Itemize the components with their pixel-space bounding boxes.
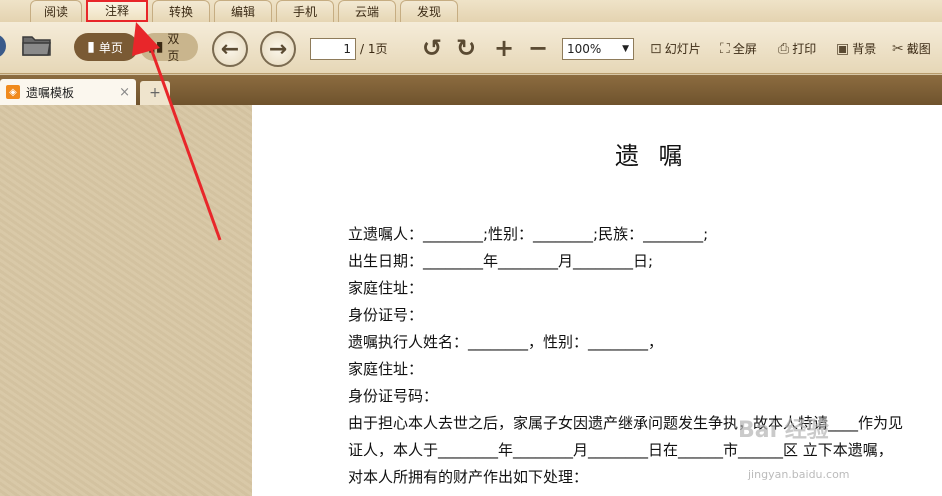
folder-icon	[22, 36, 51, 56]
menu-tab-read[interactable]: 阅读	[30, 0, 82, 22]
rotate-right-button[interactable]: ↻	[452, 34, 480, 62]
document-tab[interactable]: ◈ 遗嘱模板 ×	[0, 79, 136, 105]
fullscreen-button[interactable]: ⛶ 全屏	[720, 40, 757, 57]
document-icon: ◈	[6, 85, 20, 99]
document-line: 出生日期：________年________月________日;	[348, 252, 654, 270]
document-tab-title: 遗嘱模板	[26, 85, 75, 100]
double-page-label: 双页	[167, 32, 180, 63]
close-tab-icon[interactable]: ×	[119, 85, 130, 100]
single-page-icon: ▮	[87, 39, 95, 55]
menu-bar: 阅读 注释 转换 编辑 手机 云端 发现	[0, 0, 942, 22]
rotate-right-icon: ↻	[455, 34, 477, 62]
open-folder-button[interactable]	[20, 32, 54, 58]
page-number-input[interactable]: 1	[310, 38, 356, 60]
document-line: 身份证号：	[348, 306, 424, 324]
background-icon: ▣	[836, 40, 850, 57]
document-line: 身份证号码：	[348, 387, 439, 405]
document-line: 遗嘱执行人姓名：________，性别：________，	[348, 333, 664, 351]
scissors-icon: ✂	[892, 40, 904, 57]
slideshow-icon: ⊡	[650, 40, 662, 57]
next-page-button[interactable]: →	[260, 31, 296, 67]
print-label: 打印	[792, 42, 817, 56]
background-label: 背景	[852, 42, 877, 56]
printer-icon: ⎙	[778, 40, 790, 57]
screenshot-button[interactable]: ✂ 截图	[892, 40, 931, 57]
zoom-out-button[interactable]: −	[524, 34, 552, 62]
watermark-logo: Bai 经验	[738, 418, 829, 443]
menu-tab-convert[interactable]: 转换	[152, 0, 210, 22]
rotate-left-icon: ↺	[421, 34, 443, 62]
menu-tab-cloud[interactable]: 云端	[338, 0, 396, 22]
document-line: 家庭住址：	[348, 279, 424, 297]
double-page-icon: ▮▮	[148, 39, 164, 55]
menu-tab-edit[interactable]: 编辑	[214, 0, 272, 22]
minus-icon: −	[527, 34, 549, 62]
double-page-button[interactable]: ▮▮ 双页	[140, 32, 198, 63]
fullscreen-icon: ⛶	[720, 40, 730, 57]
single-page-button[interactable]: ▮ 单页	[74, 33, 138, 61]
arrow-left-icon: ←	[220, 36, 240, 62]
zoom-select[interactable]: 100% ▼	[562, 38, 634, 60]
document-line: 家庭住址：	[348, 360, 424, 378]
previous-page-button[interactable]: ←	[212, 31, 248, 67]
document-title: 遗 嘱	[615, 142, 689, 170]
sidebar-background	[0, 105, 252, 496]
fullscreen-label: 全屏	[732, 42, 757, 56]
rotate-left-button[interactable]: ↺	[418, 34, 446, 62]
arrow-right-icon: →	[268, 36, 288, 62]
page-total: / 1页	[360, 42, 388, 56]
toolbar: ▮ 单页 ▮▮ 双页 ← → 1 / 1页 ↺ ↻ + − 100% ▼ ⊡ 幻…	[0, 22, 942, 74]
menu-tab-annotate[interactable]: 注释	[86, 0, 148, 22]
screenshot-label: 截图	[906, 42, 931, 56]
document-tab-strip: ◈ 遗嘱模板 × +	[0, 75, 942, 105]
dropdown-arrow-icon: ▼	[622, 44, 629, 54]
print-button[interactable]: ⎙ 打印	[778, 40, 816, 57]
document-line: 对本人所拥有的财产作出如下处理：	[348, 468, 589, 486]
app-logo	[0, 34, 6, 58]
menu-tab-mobile[interactable]: 手机	[276, 0, 334, 22]
document-line: 立遗嘱人：________;性别：________;民族：________;	[348, 225, 709, 243]
plus-icon: +	[493, 34, 515, 62]
menu-tab-discover[interactable]: 发现	[400, 0, 458, 22]
background-button[interactable]: ▣ 背景	[836, 40, 876, 57]
new-tab-button[interactable]: +	[140, 81, 170, 105]
zoom-in-button[interactable]: +	[490, 34, 518, 62]
slideshow-button[interactable]: ⊡ 幻灯片	[650, 40, 701, 57]
watermark-url: jingyan.baidu.com	[748, 468, 850, 481]
zoom-value: 100%	[567, 42, 602, 56]
slideshow-label: 幻灯片	[664, 42, 701, 56]
document-page	[252, 105, 942, 496]
single-page-label: 单页	[98, 40, 123, 55]
